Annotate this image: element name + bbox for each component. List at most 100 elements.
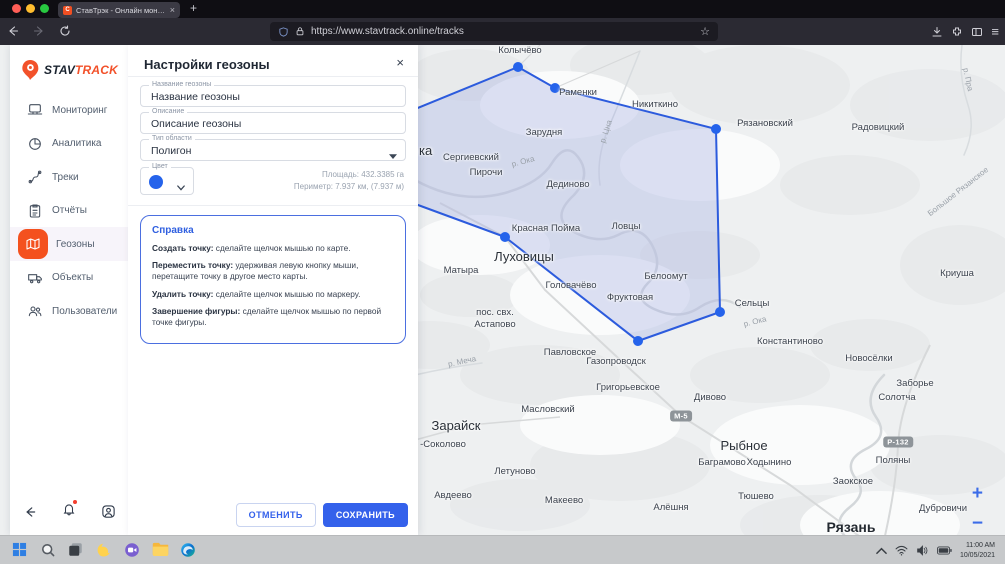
stavtrack-logo: STAVTRACK — [20, 59, 118, 81]
color-label: Цвет — [149, 163, 171, 170]
bookmark-star-icon[interactable]: ☆ — [700, 25, 710, 38]
help-item: Удалить точку: сделайте щелчок мышью по … — [152, 289, 394, 300]
zoom-in-button[interactable]: + — [972, 487, 983, 501]
panel-close-icon[interactable]: × — [396, 55, 404, 70]
map-label: Новосёлки — [845, 353, 892, 364]
task-view-icon[interactable] — [68, 542, 85, 559]
sidebar-item-reports[interactable]: Отчёты — [10, 194, 128, 228]
map-label: Никиткино — [632, 99, 678, 110]
new-tab-button[interactable]: + — [190, 1, 197, 15]
edge-icon[interactable] — [180, 542, 197, 559]
volume-icon[interactable] — [916, 545, 929, 556]
map-label: Сергиевский — [443, 152, 499, 163]
area-type-value: Полигон — [151, 145, 191, 157]
map-label: -Соколово — [420, 439, 466, 450]
cancel-button[interactable]: ОТМЕНИТЬ — [236, 503, 316, 527]
browser-tab[interactable]: С СтавТрэк - Онлайн мониторин × — [58, 2, 180, 18]
battery-icon[interactable] — [937, 546, 952, 555]
map-label: Авдеево — [434, 490, 472, 501]
tracks-icon — [24, 166, 46, 188]
sidebars-icon[interactable] — [971, 26, 983, 38]
color-select[interactable]: Цвет — [140, 167, 194, 195]
area-type-select[interactable]: Тип области Полигон — [140, 139, 406, 161]
description-value[interactable]: Описание геозоны — [151, 118, 241, 130]
area-metric: Площадь: 432.3385 га — [294, 169, 404, 181]
map-label: Заокское — [833, 476, 873, 487]
window-minimize-icon[interactable] — [26, 4, 35, 13]
notification-dot — [73, 500, 77, 504]
map-label: Рыбное — [720, 438, 767, 453]
users-icon — [24, 300, 46, 322]
search-icon[interactable] — [40, 542, 57, 559]
monitor-icon — [24, 99, 46, 121]
map-label: Григорьевское — [596, 382, 660, 393]
notifications-bell-icon[interactable] — [62, 502, 76, 521]
map-label: Раменки — [559, 87, 597, 98]
geozone-vertex-marker[interactable] — [715, 307, 725, 317]
description-label: Описание — [149, 108, 187, 115]
lock-icon[interactable] — [295, 26, 305, 37]
window-close-icon[interactable] — [12, 4, 21, 13]
save-button[interactable]: СОХРАНИТЬ — [323, 503, 408, 527]
map-label: Красная Пойма — [512, 223, 580, 234]
analytics-icon — [24, 133, 46, 155]
sidebar-item-monitor[interactable]: Мониторинг — [10, 93, 128, 127]
collapse-sidebar-icon[interactable] — [23, 505, 37, 519]
moon-app-icon[interactable] — [96, 542, 113, 559]
forward-icon[interactable] — [26, 23, 52, 41]
sidebar-item-label: Пользователи — [52, 306, 117, 317]
tab-close-icon[interactable]: × — [170, 5, 175, 15]
map-label: Ловцы — [612, 221, 641, 232]
video-app-icon[interactable] — [124, 542, 141, 559]
geozone-vertex-marker[interactable] — [633, 336, 643, 346]
explorer-icon[interactable] — [152, 542, 169, 559]
downloads-icon[interactable] — [931, 26, 943, 38]
tray-date: 10/05/2021 — [960, 551, 995, 560]
geozone-vertex-marker[interactable] — [500, 232, 510, 242]
map-label: Заборье — [896, 378, 933, 389]
map-label: Константиново — [757, 336, 823, 347]
help-box: Справка Создать точку: сделайте щелчок м… — [140, 215, 406, 344]
browser-toolbar: https://www.stavtrack.online/tracks ☆ ≡ — [0, 18, 1005, 45]
sidebar-item-geozones[interactable]: Геозоны — [10, 227, 128, 261]
account-icon[interactable] — [101, 504, 116, 519]
back-icon[interactable] — [0, 23, 26, 41]
extensions-icon[interactable] — [951, 26, 963, 38]
tray-chevron-icon[interactable] — [876, 547, 887, 555]
map-label: Рязановский — [737, 118, 793, 129]
objects-icon — [24, 267, 46, 289]
tracking-shield-icon[interactable] — [278, 26, 289, 38]
reports-icon — [24, 200, 46, 222]
sidebar-item-label: Геозоны — [56, 239, 95, 250]
geozone-name-value[interactable]: Название геозоны — [151, 91, 240, 103]
reload-icon[interactable] — [52, 23, 78, 41]
geozone-vertex-marker[interactable] — [513, 62, 523, 72]
start-icon[interactable] — [12, 542, 29, 559]
geozones-icon — [18, 229, 48, 259]
geozone-name-field[interactable]: Название геозоны Название геозоны — [140, 85, 406, 107]
sidebar-item-label: Аналитика — [52, 138, 102, 149]
map-label: Матыра — [444, 265, 479, 276]
wifi-icon[interactable] — [895, 545, 908, 556]
chevron-down-icon — [389, 147, 397, 165]
url-bar[interactable]: https://www.stavtrack.online/tracks ☆ — [270, 22, 718, 41]
window-zoom-icon[interactable] — [40, 4, 49, 13]
geozone-vertex-marker[interactable] — [711, 124, 721, 134]
logo-text-stav: STAV — [44, 63, 75, 77]
site-favicon: С — [63, 6, 72, 15]
sidebar-item-users[interactable]: Пользователи — [10, 294, 128, 328]
sidebar-item-tracks[interactable]: Треки — [10, 160, 128, 194]
logo-text-track: TRACK — [75, 63, 118, 77]
color-swatch — [149, 175, 163, 189]
geozone-settings-panel: Настройки геозоны × Название геозоны Наз… — [128, 45, 418, 535]
app-menu-icon[interactable]: ≡ — [991, 24, 999, 39]
description-field[interactable]: Описание Описание геозоны — [140, 112, 406, 134]
zoom-out-button[interactable]: − — [972, 517, 983, 531]
road-badge: М-5 — [670, 411, 692, 422]
tray-clock[interactable]: 11:00 AM 10/05/2021 — [960, 541, 995, 559]
sidebar-item-objects[interactable]: Объекты — [10, 261, 128, 295]
sidebar-item-label: Треки — [52, 172, 79, 183]
chevron-down-icon — [177, 178, 185, 196]
sidebar-item-analytics[interactable]: Аналитика — [10, 127, 128, 161]
map-label: Тюшево — [738, 491, 774, 502]
